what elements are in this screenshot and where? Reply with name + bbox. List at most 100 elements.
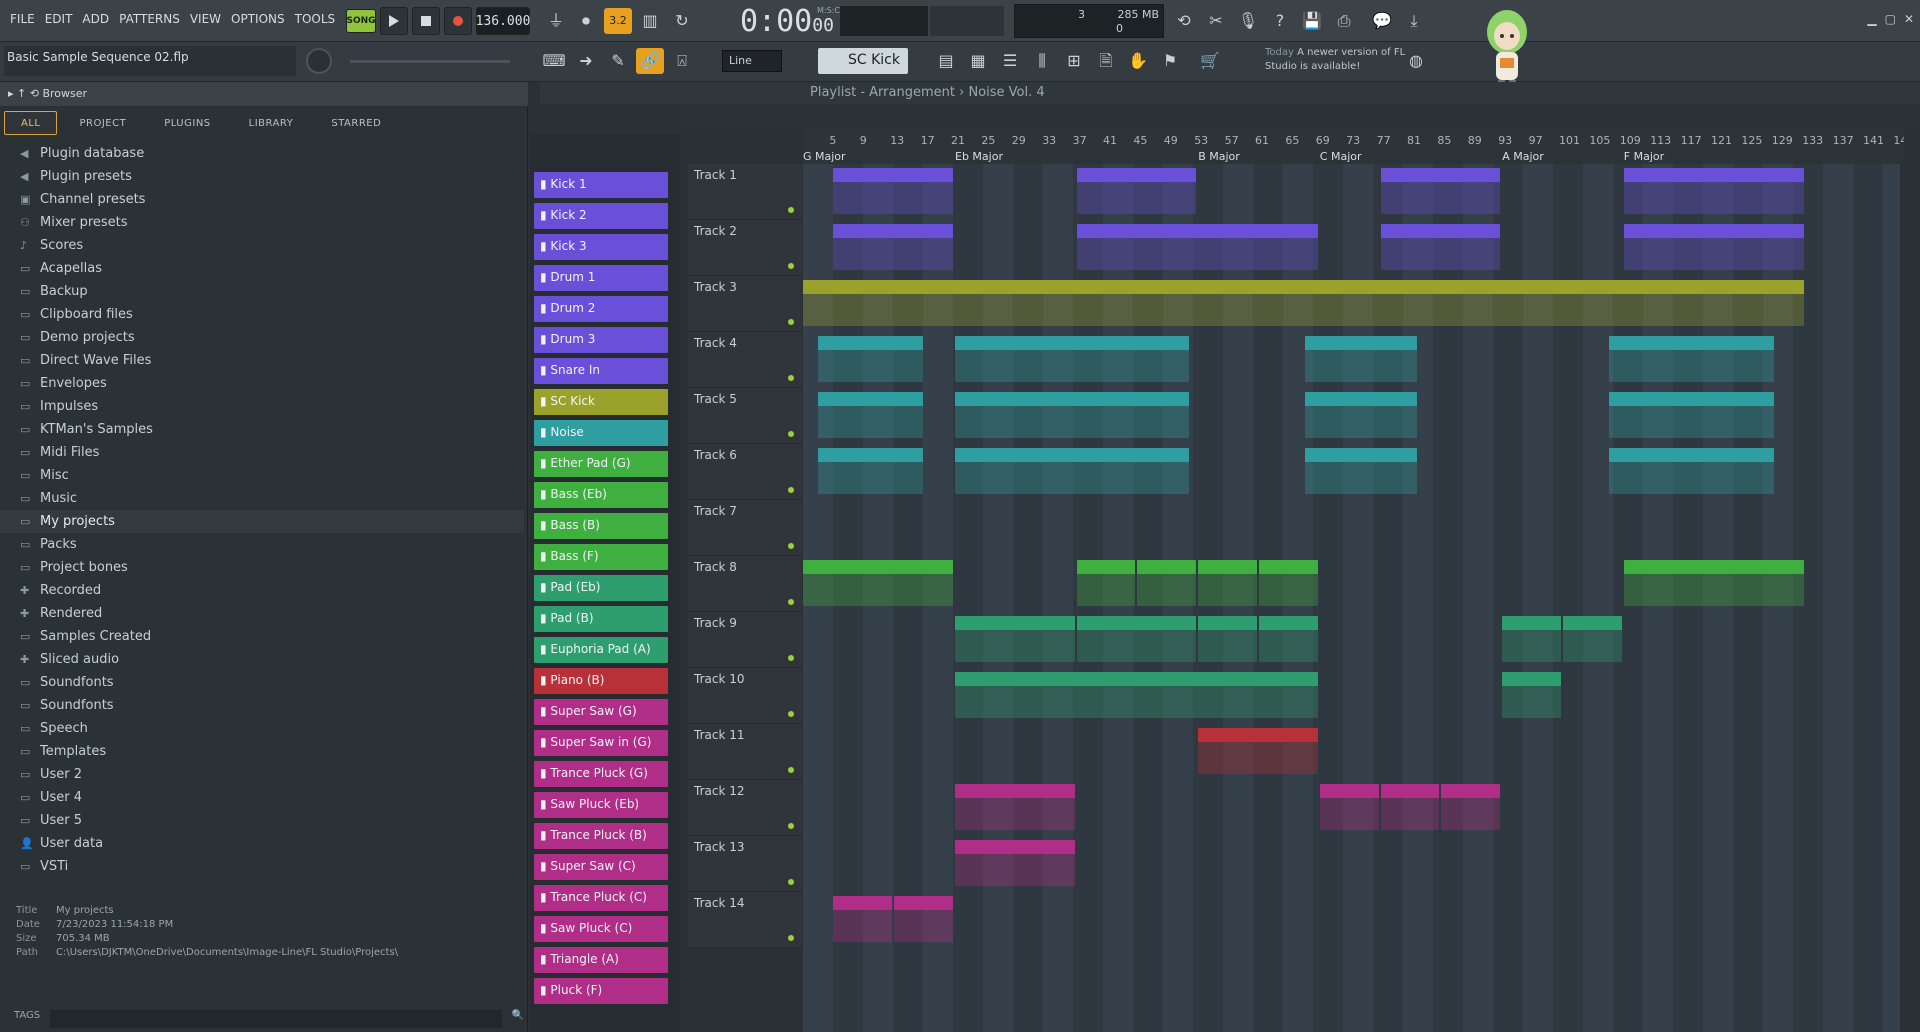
channel-button[interactable]: ▮ Saw Pluck (Eb) [534, 792, 668, 818]
channel-button[interactable]: ▮ Drum 3 [534, 327, 668, 353]
playlist-grid[interactable]: Noise Filter 1 Noise Filter 2 Noise Filter… [803, 164, 1900, 1032]
time-marker[interactable]: A Major [1502, 150, 1544, 163]
playlist-clip[interactable] [1076, 168, 1197, 214]
playlist-clip[interactable] [803, 280, 1805, 326]
playlist-scrollbar[interactable] [1904, 128, 1920, 1032]
browser-item[interactable]: ✚ Sliced audio [0, 648, 524, 671]
piano-roll-view-button[interactable]: ▦ [964, 48, 992, 74]
track-header[interactable]: Track 4 [688, 332, 802, 388]
browser-item[interactable]: ▭ KTMan's Samples [0, 418, 524, 441]
playlist-clip[interactable] [833, 224, 953, 270]
channel-button[interactable]: ▮ Trance Pluck (G) [534, 761, 668, 787]
playlist-clip[interactable]: Noise Filter 2 [955, 392, 1189, 438]
menu-patterns[interactable]: PATTERNS [115, 12, 184, 26]
menu-tools[interactable]: TOOLS [291, 12, 340, 26]
playlist-clip[interactable]: Saw Pluck (Eb) [955, 784, 1075, 830]
menu-edit[interactable]: EDIT [41, 12, 77, 26]
playlist-clip[interactable]: Euph..(A) [1502, 616, 1561, 662]
browser-item[interactable]: ▭ Project bones [0, 556, 524, 579]
track-header[interactable]: Track 2 [688, 220, 802, 276]
record-audio-button[interactable]: 🎙 [1234, 8, 1262, 34]
plugin-picker-button[interactable]: 🗎 [1092, 48, 1120, 74]
playlist-clip[interactable] [1304, 336, 1417, 382]
time-marker[interactable]: C Major [1320, 150, 1362, 163]
track-header[interactable]: Track 9 [688, 612, 802, 668]
channel-button[interactable]: ▮ Euphoria Pad (A) [534, 637, 668, 663]
playlist-clip[interactable] [1380, 224, 1501, 270]
playlist-clip[interactable]: Noise Vol. 4 [1608, 448, 1774, 494]
playlist-clip[interactable]: Saw Pluck Filter [955, 840, 1075, 886]
metronome-button[interactable]: ⏚ [542, 8, 570, 34]
track-mute-led[interactable] [788, 935, 794, 941]
channel-button[interactable]: ▮ Trance Pluck (C) [534, 885, 668, 911]
playlist-button[interactable]: ▤ [932, 48, 960, 74]
playlist-clip[interactable] [833, 168, 953, 214]
draw-button[interactable]: ✎ [604, 48, 632, 74]
channel-button[interactable]: ▮ Kick 2 [534, 203, 668, 229]
playlist-clip[interactable]: Pad (B) [1198, 616, 1257, 662]
playlist-clip[interactable]: Supe..(C) [1380, 784, 1440, 830]
channel-button[interactable]: ▮ Super Saw in (G) [534, 730, 668, 756]
channel-rack-button[interactable]: ☰ [996, 48, 1024, 74]
playlist-clip[interactable] [1608, 336, 1774, 382]
browser-tab-project[interactable]: PROJECT [63, 111, 142, 135]
browser-item[interactable]: ▭ My projects [0, 510, 524, 533]
track-header[interactable]: Track 6 [688, 444, 802, 500]
playlist-clip[interactable]: Euph..lter [1502, 672, 1561, 718]
link-button[interactable]: 🔗 [636, 48, 664, 74]
browser-item[interactable]: ▭ Acapellas [0, 257, 524, 280]
playlist-clip[interactable]: Noise Filter 1 [818, 392, 923, 438]
playlist-clip[interactable]: Noise Vol. 1 [818, 448, 923, 494]
stop-button[interactable] [412, 7, 440, 35]
browser-item[interactable]: ▭ Demo projects [0, 326, 524, 349]
playlist-clip[interactable] [818, 336, 923, 382]
browser-button[interactable]: ⊞ [1060, 48, 1088, 74]
browser-item[interactable]: ▭ VSTi [0, 855, 524, 878]
channel-button[interactable]: ▮ Pad (B) [534, 606, 668, 632]
track-header[interactable]: Track 5 [688, 388, 802, 444]
browser-item[interactable]: ▭ User 5 [0, 809, 524, 832]
channel-button[interactable]: ▮ Ether Pad (G) [534, 451, 668, 477]
playlist-clip[interactable]: Bass (Eb) [1137, 560, 1197, 606]
channel-button[interactable]: ▮ Bass (B) [534, 513, 668, 539]
channel-button[interactable]: ▮ Noise [534, 420, 668, 446]
playlist-clip[interactable]: Noise Vol. 3 [1304, 448, 1417, 494]
playlist-clip[interactable]: Pad (Eb) [1076, 616, 1197, 662]
maximize-icon[interactable]: ▢ [1885, 12, 1896, 26]
channel-button[interactable]: ▮ Triangle (A) [534, 947, 668, 973]
minimize-icon[interactable]: ▁ [1867, 12, 1876, 26]
playlist-clip[interactable]: Piano (B) [1198, 728, 1318, 774]
track-header[interactable]: Track 1 [688, 164, 802, 220]
track-mute-led[interactable] [788, 487, 794, 493]
playlist-clip[interactable]: Noise Vol. 2 [955, 448, 1189, 494]
track-header[interactable]: Track 11 [688, 724, 802, 780]
news-panel[interactable]: Today A newer version of FL Studio is av… [1265, 46, 1415, 74]
channel-button[interactable]: ▮ Bass (Eb) [534, 482, 668, 508]
browser-item[interactable]: ▭ Soundfonts [0, 694, 524, 717]
countdown-button[interactable]: 3.2 [604, 8, 632, 34]
track-header[interactable]: Track 13 [688, 836, 802, 892]
track-mute-led[interactable] [788, 543, 794, 549]
download-button[interactable]: ⤓ [1400, 8, 1428, 34]
browser-item[interactable]: ▭ Packs [0, 533, 524, 556]
browser-item[interactable]: ▭ Direct Wave Files [0, 349, 524, 372]
browser-item[interactable]: ▣ Channel presets [0, 188, 524, 211]
track-header[interactable]: Track 8 [688, 556, 802, 612]
snap-select[interactable]: Line [722, 50, 782, 72]
track-mute-led[interactable] [788, 319, 794, 325]
track-mute-led[interactable] [788, 207, 794, 213]
pattern-song-toggle[interactable]: SONG [346, 9, 376, 33]
master-pitch-slider[interactable] [350, 60, 510, 63]
browser-item[interactable]: ✚ Rendered [0, 602, 524, 625]
track-mute-led[interactable] [788, 655, 794, 661]
playlist-clip[interactable] [803, 560, 953, 606]
loop-record-button[interactable]: ↻ [668, 8, 696, 34]
tags-input[interactable] [50, 1010, 502, 1028]
browser-tab-library[interactable]: LIBRARY [233, 111, 310, 135]
time-marker[interactable]: B Major [1198, 150, 1240, 163]
help-button[interactable]: ? [1266, 8, 1294, 34]
playlist-clip[interactable] [1623, 168, 1805, 214]
track-mute-led[interactable] [788, 599, 794, 605]
channel-button[interactable]: ▮ Super Saw (G) [534, 699, 668, 725]
search-icon[interactable]: 🔍 [512, 1010, 524, 1028]
